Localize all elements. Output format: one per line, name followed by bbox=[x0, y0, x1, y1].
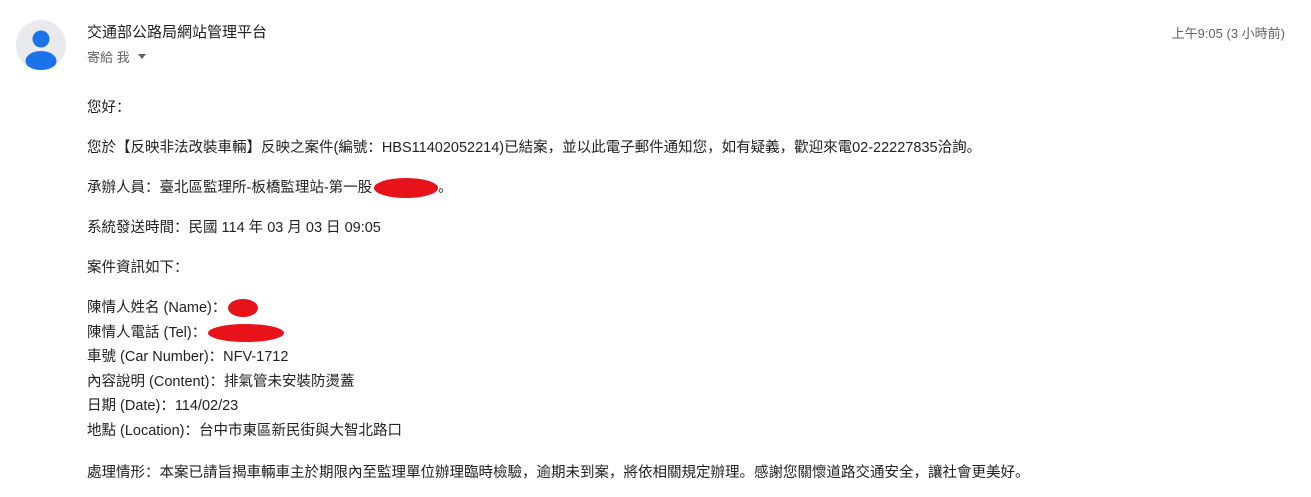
sender-avatar[interactable] bbox=[16, 20, 66, 70]
field-tel: 陳情人電話 (Tel)： bbox=[87, 321, 1287, 346]
message-timestamp: 上午9:05 (3 小時前) bbox=[1171, 26, 1285, 41]
email-message: 交通部公路局網站管理平台 寄給 我 上午9:05 (3 小時前) 您好： 您於【… bbox=[0, 0, 1311, 497]
handler-suffix: 。 bbox=[438, 180, 453, 196]
handler-line: 承辦人員：臺北區監理所-板橋監理站-第一股 。 bbox=[87, 176, 1287, 200]
field-name-label: 陳情人姓名 (Name)： bbox=[87, 300, 227, 316]
field-car-number: 車號 (Car Number)：NFV-1712 bbox=[87, 349, 289, 365]
message-body: 您好： 您於【反映非法改裝車輛】反映之案件(編號：HBS11402052214)… bbox=[87, 96, 1287, 485]
redaction-mark bbox=[208, 323, 285, 342]
handler-label: 承辦人員：臺北區監理所-板橋監理站-第一股 bbox=[87, 180, 373, 196]
case-info-heading: 案件資訊如下： bbox=[87, 260, 189, 276]
redaction-mark bbox=[374, 178, 439, 199]
field-tel-label: 陳情人電話 (Tel)： bbox=[87, 324, 207, 341]
handling-status: 處理情形：本案已請旨揭車輛車主於期限內至監理單位辦理臨時檢驗，逾期未到案，將依相… bbox=[87, 465, 1030, 481]
field-date: 日期 (Date)：114/02/23 bbox=[87, 398, 239, 414]
caret-down-icon[interactable] bbox=[137, 54, 146, 59]
greeting: 您好： bbox=[87, 100, 131, 116]
recipient-details-toggle[interactable]: 寄給 我 bbox=[87, 47, 146, 66]
default-person-avatar-icon bbox=[16, 20, 66, 70]
recipient-label: 寄給 我 bbox=[87, 50, 130, 65]
field-location: 地點 (Location)：台中市東區新民街與大智北路口 bbox=[87, 422, 403, 439]
redaction-mark bbox=[228, 299, 259, 318]
sender-name[interactable]: 交通部公路局網站管理平台 bbox=[87, 21, 267, 42]
case-closed-notice: 您於【反映非法改裝車輛】反映之案件(編號：HBS11402052214)已結案，… bbox=[87, 140, 982, 156]
field-content: 內容說明 (Content)：排氣管未安裝防燙蓋 bbox=[87, 373, 355, 390]
sent-time: 系統發送時間：民國 114 年 03 月 03 日 09:05 bbox=[87, 220, 381, 236]
field-name: 陳情人姓名 (Name)： bbox=[87, 296, 1287, 321]
